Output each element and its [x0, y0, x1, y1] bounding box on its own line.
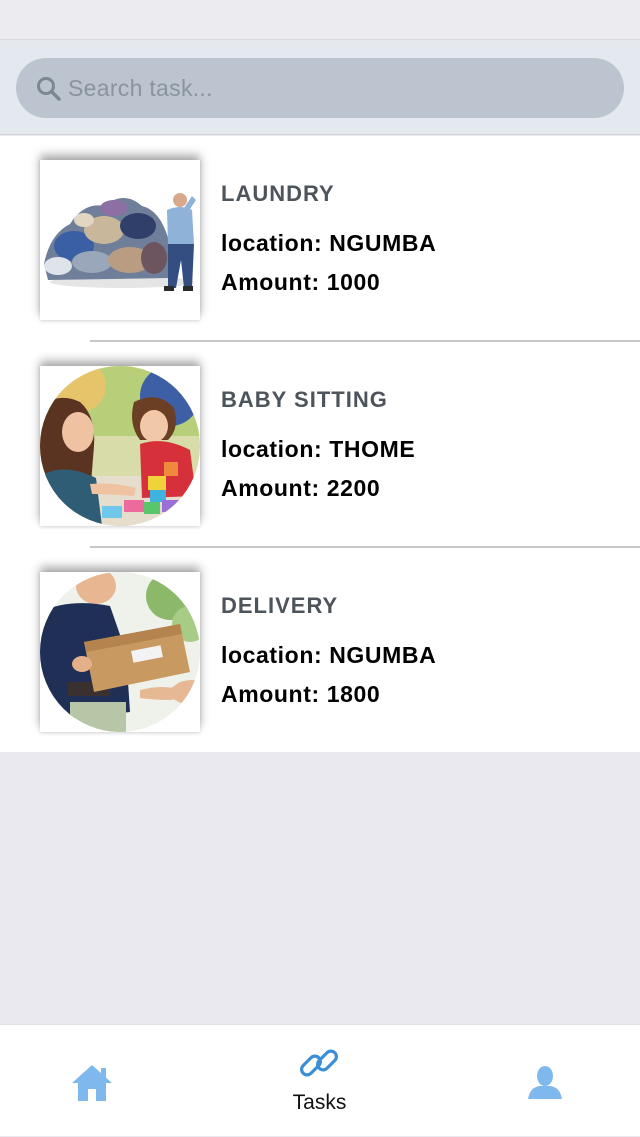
task-item-laundry[interactable]: LAUNDRY location: NGUMBA Amount: 1000 [0, 136, 640, 342]
search-field[interactable] [16, 58, 624, 118]
task-amount: Amount: 1800 [221, 681, 381, 707]
laundry-photo [40, 160, 200, 320]
task-amount: Amount: 1000 [221, 269, 381, 295]
task-title: BABY SITTING [221, 387, 388, 412]
task-location: location: NGUMBA [221, 230, 437, 256]
profile-icon [528, 1066, 562, 1099]
task-title: DELIVERY [221, 593, 339, 618]
search-bar [0, 41, 640, 135]
status-bar [0, 0, 640, 40]
task-location: location: NGUMBA [221, 642, 437, 668]
task-amount: Amount: 2200 [221, 475, 381, 501]
task-title: LAUNDRY [221, 181, 335, 206]
link-icon [300, 1049, 338, 1077]
tab-home[interactable] [0, 1025, 213, 1137]
search-icon [37, 77, 61, 101]
task-location: location: THOME [221, 436, 416, 462]
tab-label-tasks: Tasks [292, 1091, 347, 1114]
delivery-photo [40, 572, 200, 732]
baby-sitting-photo [40, 366, 200, 526]
task-list: LAUNDRY location: NGUMBA Amount: 1000 BA… [0, 136, 640, 752]
task-item-delivery[interactable]: DELIVERY location: NGUMBA Amount: 1800 [0, 548, 640, 754]
tab-bar: Tasks [0, 1024, 640, 1136]
tab-profile[interactable] [426, 1025, 639, 1137]
tab-tasks[interactable]: Tasks [213, 1025, 426, 1137]
task-item-baby-sitting[interactable]: BABY SITTING location: THOME Amount: 220… [0, 342, 640, 548]
home-icon [72, 1065, 112, 1101]
search-input[interactable] [68, 58, 608, 118]
